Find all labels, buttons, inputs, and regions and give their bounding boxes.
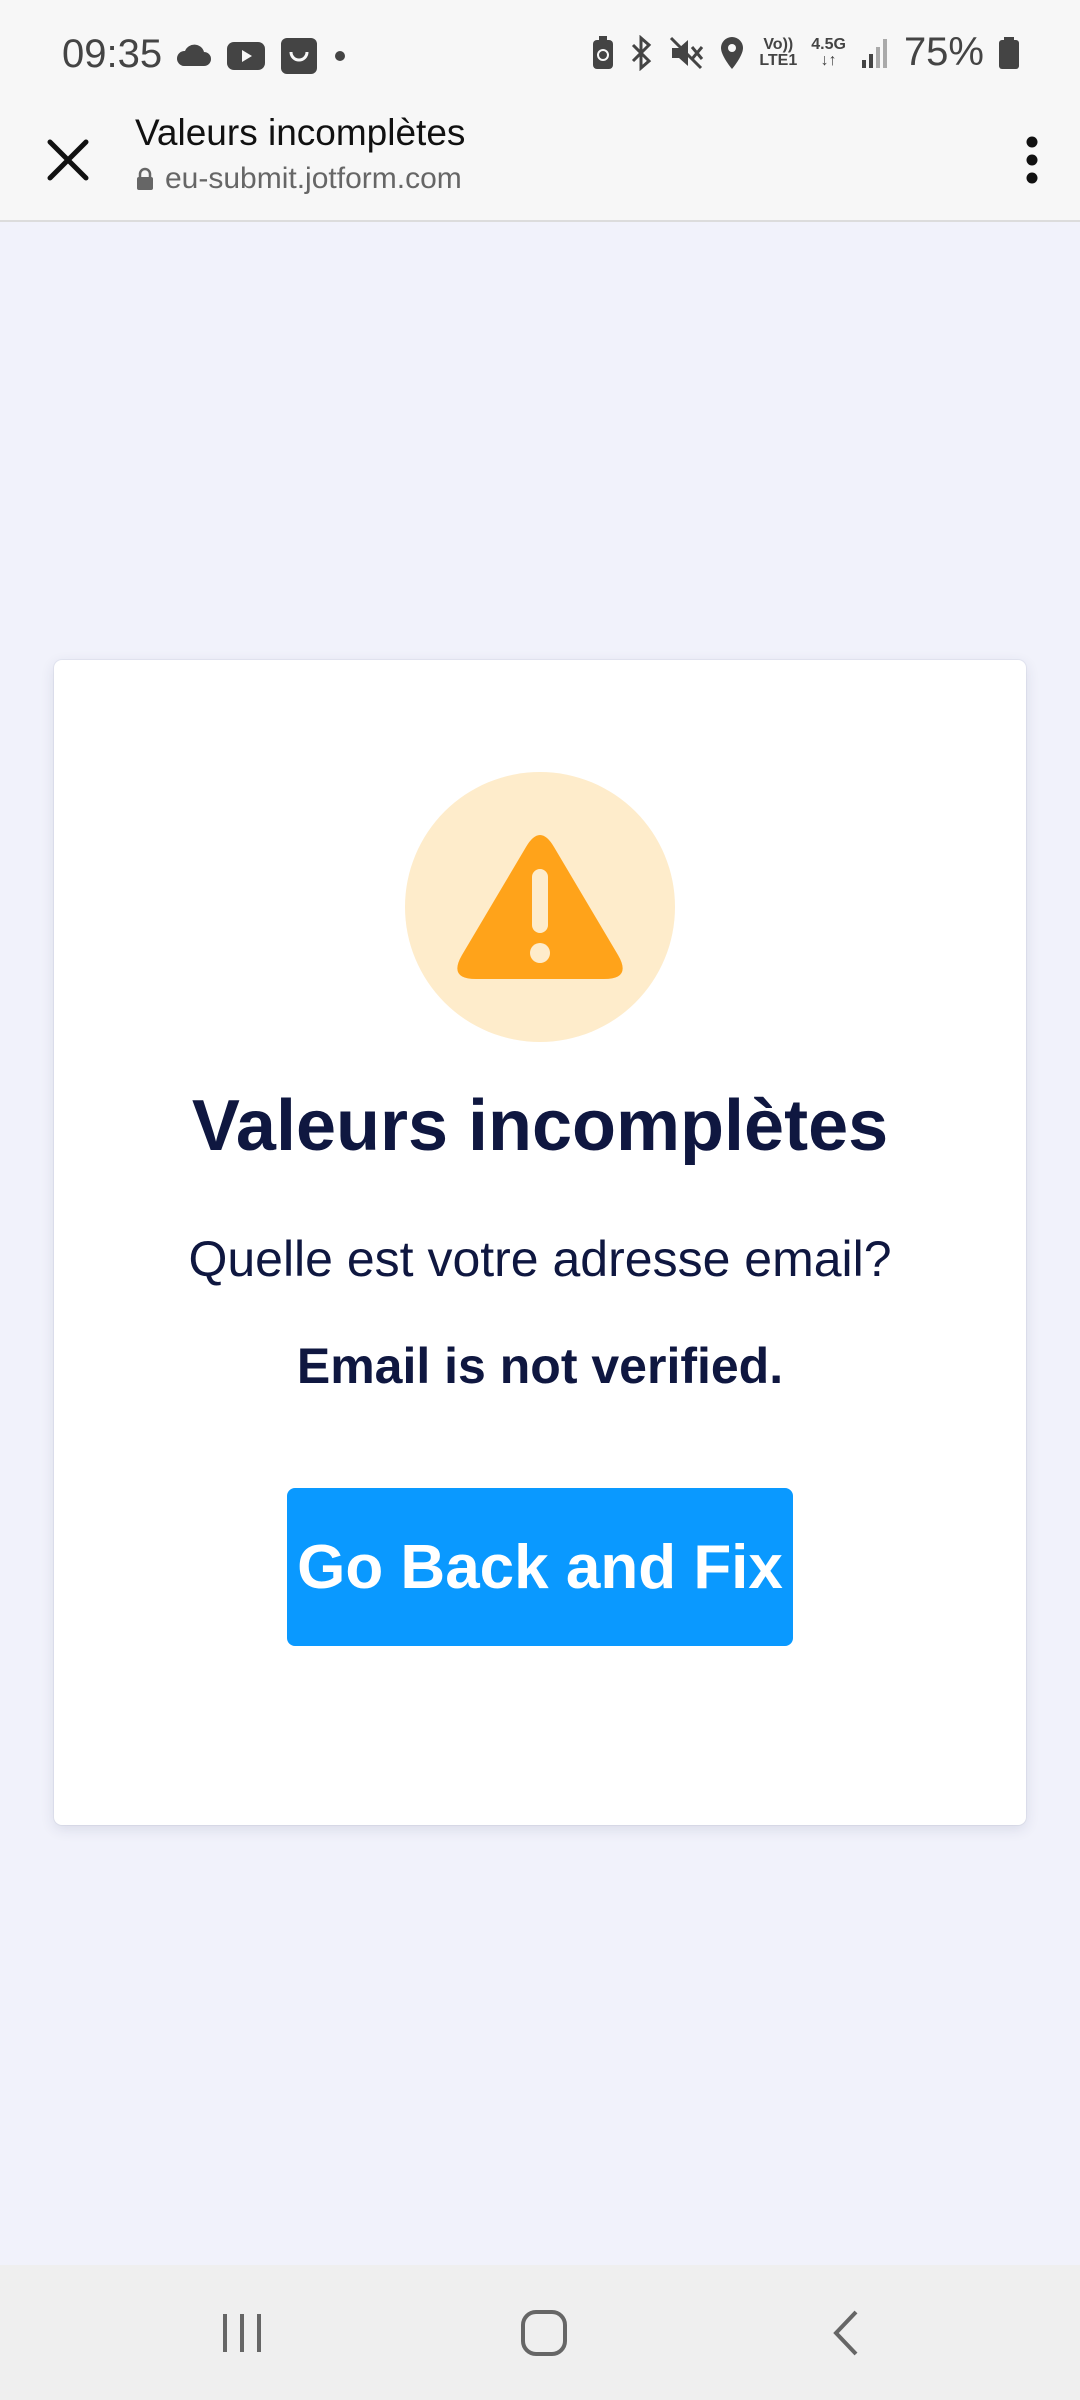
warning-icon-circle	[405, 772, 675, 1042]
field-question: Quelle est votre adresse email?	[188, 1231, 892, 1287]
data-activity-arrows: ↓↑	[820, 51, 837, 69]
status-time: 09:35	[62, 32, 163, 76]
battery-saver-icon	[593, 35, 614, 69]
go-back-and-fix-button[interactable]: Go Back and Fix	[287, 1488, 793, 1646]
signal-icon	[861, 38, 887, 68]
status-bar: 09:35 Vo)) LTE1 4.5G ↓↑ 75%	[0, 0, 1080, 110]
volte-top-text: Vo))	[763, 35, 794, 53]
browser-toolbar: Valeurs incomplètes eu-submit.jotform.co…	[0, 110, 1080, 222]
system-status-icons: Vo)) LTE1 4.5G ↓↑ 75%	[591, 30, 1020, 75]
volte-icon: Vo)) LTE1	[759, 35, 798, 69]
location-icon	[721, 36, 744, 69]
bluetooth-icon	[632, 34, 652, 71]
recents-icon	[223, 2314, 261, 2352]
home-button[interactable]	[484, 2295, 604, 2371]
error-dialog-card: Valeurs incomplètes Quelle est votre adr…	[54, 660, 1026, 1825]
shopping-bag-icon	[281, 38, 317, 74]
warning-icon	[457, 835, 623, 979]
cloud-icon	[176, 44, 211, 66]
close-icon[interactable]	[40, 132, 96, 188]
url-display[interactable]: eu-submit.jotform.com	[135, 162, 462, 196]
battery-percent: 75%	[903, 30, 984, 74]
back-icon	[833, 2310, 858, 2356]
back-button[interactable]	[786, 2295, 906, 2371]
more-vert-icon[interactable]	[1012, 128, 1052, 192]
url-text: eu-submit.jotform.com	[165, 162, 462, 195]
volte-bottom-text: LTE1	[759, 51, 798, 69]
error-message: Email is not verified.	[296, 1338, 784, 1394]
notification-icons	[175, 38, 347, 74]
youtube-icon	[227, 42, 265, 70]
lock-icon	[137, 167, 153, 190]
mute-icon	[670, 36, 704, 69]
battery-icon	[999, 36, 1019, 69]
dialog-title: Valeurs incomplètes	[191, 1086, 889, 1166]
recents-button[interactable]	[182, 2295, 302, 2371]
dot-icon	[335, 51, 345, 61]
network-type-text: 4.5G	[811, 35, 846, 53]
page-title: Valeurs incomplètes	[135, 112, 466, 153]
network-type-icon: 4.5G ↓↑	[811, 35, 846, 69]
home-icon	[521, 2310, 567, 2356]
system-nav-bar	[0, 2265, 1080, 2400]
